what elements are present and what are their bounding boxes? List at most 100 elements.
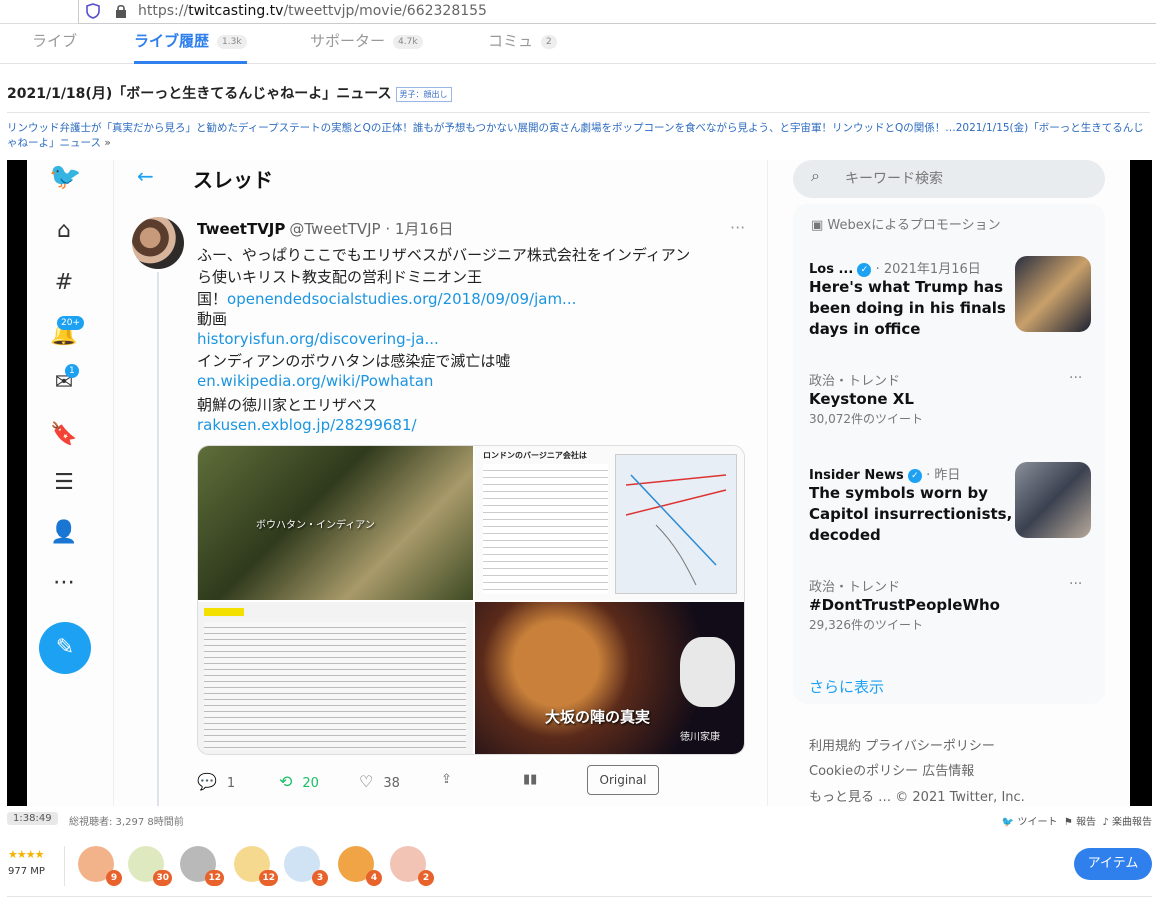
movie-description[interactable]: リンウッド弁護士が「真実だから見ろ」と勧めたディープステートの実態とQの正体！誰… — [7, 121, 1153, 151]
url-text[interactable]: https://twitcasting.tv/tweettvjp/movie/6… — [138, 3, 487, 19]
gift-count: 3 — [312, 870, 328, 886]
promo-icon: ▣ — [811, 218, 828, 233]
media-caption: ボウハタン・インディアン — [256, 520, 375, 531]
video-player[interactable]: 🐦 ⌂ # 🔔 20+ ✉ 1 🔖 ☰ 👤 ⋯ ✎ ← スレッド TweetTV… — [7, 160, 1152, 806]
promo-label: ▣ Webexによるプロモーション — [811, 218, 1001, 233]
media-face — [680, 637, 735, 707]
tweet-text-line: ふー、やっぱりここでもエリザベスがバージニア株式会社をインディアン — [197, 246, 691, 264]
retweet-count: ⟲ 20 — [279, 772, 319, 791]
more-dots-icon: ··· — [730, 218, 746, 237]
avatar — [132, 217, 184, 269]
tweet-text-line: インディアンのボウハタンは感染症で滅亡は嘘 — [197, 352, 511, 370]
verified-icon: ✓ — [857, 262, 872, 277]
more-icon: ⋯ — [53, 570, 75, 595]
media-caption: 徳川家康 — [680, 732, 720, 743]
tent-gift-icon[interactable]: 4 — [338, 844, 382, 886]
original-button: Original — [587, 765, 659, 795]
bookmark-icon: 🔖 — [50, 422, 78, 447]
media-article: ロンドンのバージニア会社は — [475, 446, 744, 600]
notification-badge: 20+ — [57, 316, 84, 330]
tab-live-history[interactable]: ライブ履歴 1.3k — [134, 30, 247, 64]
tab-count-badge: 2 — [541, 34, 557, 49]
trend-item: 政治・トレンド Keystone XL 30,072件のツイート — [809, 374, 923, 426]
media-map — [615, 454, 737, 594]
stat-actions: 🐦 ツイート ⚑ 報告 ♪ 楽曲報告 — [1002, 813, 1152, 828]
profile-icon: 👤 — [50, 520, 78, 545]
cup-gift-icon[interactable]: 12 — [234, 844, 278, 886]
compose-tweet-icon: ✎ — [39, 622, 91, 674]
like-count: ♡ 38 — [359, 772, 400, 791]
tweet-text-line: 朝鮮の徳川家とエリザベス — [197, 396, 378, 414]
lock-icon — [116, 4, 126, 18]
share-icon: ⇪ — [441, 772, 452, 787]
category-tag[interactable]: 男子：顔出し — [395, 86, 452, 102]
coin-gift-icon[interactable]: 12 — [180, 844, 224, 886]
stream-stats: 1:38:49 総視聴者: 3,297 8時間前 🐦 ツイート ⚑ 報告 ♪ 楽… — [7, 812, 1152, 828]
more-link[interactable]: » — [104, 137, 110, 149]
gift-count: 2 — [418, 870, 434, 886]
movie-title: 2021/1/18(月)「ボーっと生きてるんじゃねーよ」ニュース 男子：顔出し — [7, 83, 452, 103]
trend-thumbnail — [1015, 462, 1091, 538]
footer-links: Cookieのポリシー 広告情報 — [809, 764, 975, 779]
trend-item: Insider News ✓ · 昨日 The symbols worn by … — [809, 468, 1013, 544]
search-box: ⌕ キーワード検索 — [793, 160, 1105, 198]
verified-icon: ✓ — [907, 468, 922, 483]
tweet-link[interactable]: 🐦 ツイート — [1002, 817, 1058, 828]
trend-thumbnail — [1015, 256, 1091, 332]
media-portrait: 大坂の陣の真実 徳川家康 — [475, 602, 744, 754]
trend-item: 政治・トレンド #DontTrustPeopleWho 29,326件のツイート — [809, 580, 1000, 632]
ghost-gift-icon[interactable]: 3 — [284, 844, 328, 886]
thread-header: ← スレッド — [127, 160, 767, 200]
back-arrow-icon: ← — [137, 164, 154, 188]
twitter-bird-icon: 🐦 — [49, 162, 82, 192]
media-highlight — [204, 608, 244, 616]
retweet-icon: ⟲ — [279, 772, 293, 791]
tab-supporters[interactable]: サポーター 4.7k — [310, 30, 423, 64]
channel-tabs: ライブ ライブ履歴 1.3k サポーター 4.7k コミュ 2 — [0, 28, 1156, 64]
gift-count: 12 — [259, 870, 278, 886]
item-button[interactable]: アイテム — [1074, 848, 1152, 880]
video-frame: 🐦 ⌂ # 🔔 20+ ✉ 1 🔖 ☰ 👤 ⋯ ✎ ← スレッド TweetTV… — [27, 160, 1130, 806]
media-painting: ボウハタン・インディアン — [198, 446, 473, 600]
media-text-block — [204, 622, 466, 750]
viewer-count: 総視聴者: 3,297 8時間前 — [69, 817, 184, 828]
list-icon: ☰ — [54, 470, 74, 495]
gift-count: 4 — [366, 870, 382, 886]
thread-title: スレッド — [193, 168, 273, 192]
gift-count: 12 — [205, 870, 224, 886]
media-caption: 大坂の陣の真実 — [545, 708, 651, 726]
more-dots-icon: ··· — [1069, 576, 1083, 592]
tweet-text-line: 動画 — [197, 310, 228, 328]
divider — [64, 846, 65, 886]
tweet-author: TweetTVJP @TweetTVJP · 1月16日 — [197, 220, 454, 238]
gift-count: 9 — [106, 870, 122, 886]
music-report-link[interactable]: ♪ 楽曲報告 — [1102, 817, 1152, 828]
analytics-icon: ▮▮ — [523, 772, 538, 787]
reply-icon: 💬 — [197, 772, 217, 791]
drink-gift-icon[interactable]: 30 — [128, 844, 172, 886]
browser-url-bar[interactable]: https://twitcasting.tv/tweettvjp/movie/6… — [0, 0, 1156, 24]
tab-community[interactable]: コミュ 2 — [488, 30, 557, 64]
tweet-text-line: 国！openendedsocialstudies.org/2018/09/09/… — [197, 290, 577, 308]
clap-gift-icon[interactable]: 9 — [78, 844, 122, 886]
trend-item: Los ... ✓ · 2021年1月16日 Here's what Trump… — [809, 262, 1006, 338]
report-link[interactable]: ⚑ 報告 — [1064, 817, 1096, 828]
duration-badge: 1:38:49 — [7, 812, 58, 825]
tweet-link: rakusen.exblog.jp/28299681/ — [197, 416, 417, 434]
tab-live[interactable]: ライブ — [32, 30, 77, 64]
reply-count: 💬 1 — [197, 772, 236, 791]
search-placeholder: キーワード検索 — [845, 171, 943, 187]
tweet-handle: @TweetTVJP · 1月16日 — [289, 220, 454, 238]
support-bar: ★★★★ 977 MP 9 30 12 12 3 4 2 アイテム — [0, 838, 1156, 904]
cake-gift-icon[interactable]: 2 — [390, 844, 434, 886]
shield-icon[interactable] — [86, 3, 100, 19]
twitter-icon: 🐦 — [1001, 817, 1015, 828]
media-document — [198, 602, 473, 754]
map-lines — [625, 474, 727, 586]
divider — [113, 160, 114, 806]
music-note-icon: ♪ — [1102, 817, 1109, 828]
tweet-link: openendedsocialstudies.org/2018/09/09/ja… — [227, 290, 577, 308]
divider — [7, 112, 1150, 113]
thread-line — [157, 272, 159, 806]
tab-count-badge: 1.3k — [217, 34, 247, 49]
